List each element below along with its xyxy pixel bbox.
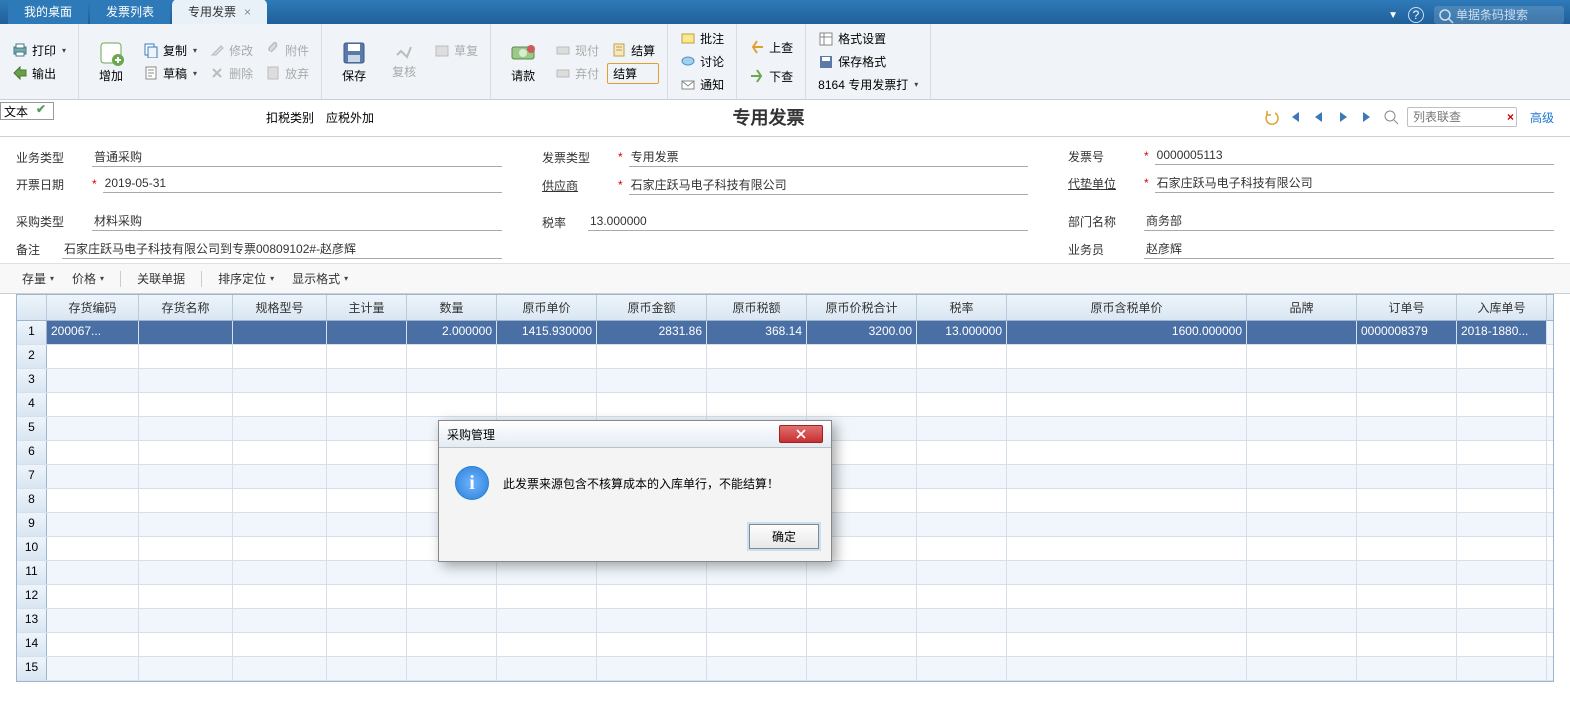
dialog: 采购管理 i 此发票来源包含不核算成本的入库单行，不能结算！ 确定 — [438, 420, 832, 562]
info-icon: i — [455, 466, 489, 500]
dialog-title: 采购管理 — [447, 426, 495, 443]
modal-overlay: 采购管理 i 此发票来源包含不核算成本的入库单行，不能结算！ 确定 — [0, 0, 1570, 705]
dialog-ok-button[interactable]: 确定 — [749, 524, 819, 549]
dialog-close-button[interactable] — [779, 425, 823, 443]
dialog-message: 此发票来源包含不核算成本的入库单行，不能结算！ — [503, 475, 779, 492]
